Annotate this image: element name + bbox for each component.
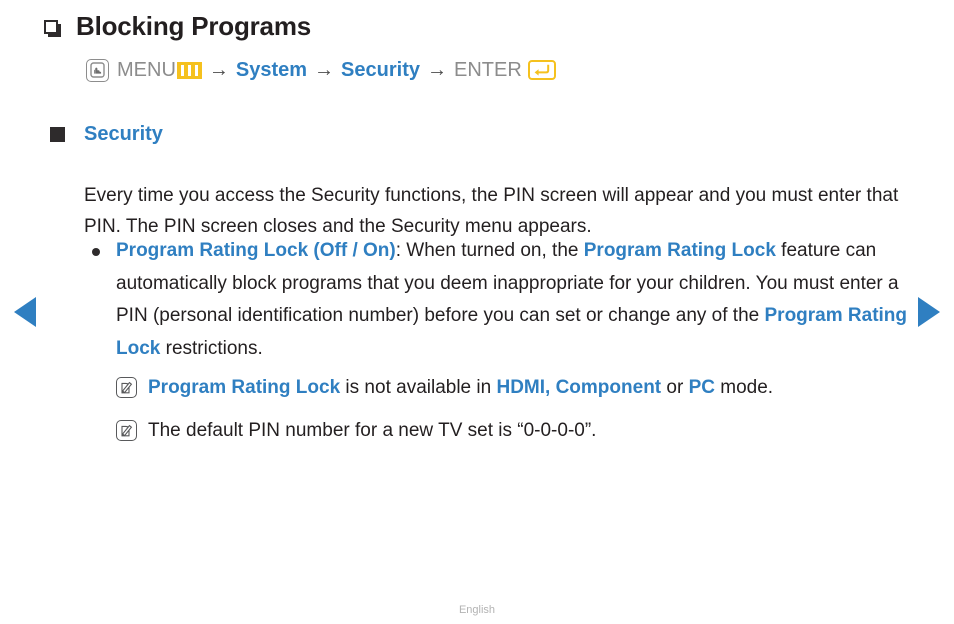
prev-page-arrow-icon[interactable]	[14, 297, 36, 327]
section-title: Security	[84, 123, 163, 145]
term-hdmi-component: HDMI, Component	[496, 377, 662, 398]
enter-label: ENTER	[453, 59, 522, 81]
note-text: Program Rating Lock is not available in …	[148, 373, 773, 402]
note-item: The default PIN number for a new TV set …	[116, 416, 916, 445]
path-arrow-1: →	[208, 59, 229, 81]
menu-path-breadcrumb: MENU → System → Security → ENTER	[86, 58, 556, 82]
note-text: The default PIN number for a new TV set …	[148, 420, 597, 441]
note-item: Program Rating Lock is not available in …	[116, 373, 916, 402]
filled-square-icon	[50, 126, 65, 142]
note-text-2: or	[661, 377, 689, 398]
term-pc: PC	[688, 377, 715, 398]
note-text-1: is not available in	[340, 377, 497, 398]
footer-language: English	[458, 604, 496, 616]
list-item-text: Program Rating Lock (Off / On): When tur…	[116, 235, 920, 365]
manual-page: Blocking Programs MENU → System → Securi…	[0, 0, 954, 624]
section-paragraph: Every time you access the Security funct…	[84, 185, 899, 237]
page-title: Blocking Programs	[76, 11, 311, 41]
bullet-dot-icon	[92, 248, 100, 256]
term-program-rating-lock-note: Program Rating Lock	[148, 377, 341, 398]
enter-return-icon	[527, 60, 556, 80]
section-heading-row: Security	[50, 122, 163, 146]
path-arrow-2: →	[314, 59, 335, 81]
next-page-arrow-icon[interactable]	[918, 297, 940, 327]
path-item-system[interactable]: System	[236, 58, 307, 82]
path-arrow-3: →	[426, 59, 447, 81]
note-pencil-icon	[116, 420, 137, 441]
note-pencil-icon	[116, 377, 137, 398]
menu-bars-icon	[176, 61, 202, 79]
page-title-row: Blocking Programs	[44, 11, 311, 41]
term-program-rating-lock-option: Program Rating Lock (Off / On)	[116, 240, 396, 261]
list-item: Program Rating Lock (Off / On): When tur…	[92, 235, 920, 365]
bullet-text-6: restrictions.	[160, 337, 263, 359]
menu-button-press-icon	[86, 58, 109, 82]
term-program-rating-lock-1: Program Rating Lock	[583, 240, 776, 261]
square-outline-shadow-icon	[44, 20, 61, 37]
path-item-security[interactable]: Security	[341, 58, 420, 82]
bullet-text-2: : When turned on, the	[395, 240, 584, 261]
note-text-3: mode.	[715, 377, 774, 398]
menu-label: MENU	[117, 59, 176, 81]
